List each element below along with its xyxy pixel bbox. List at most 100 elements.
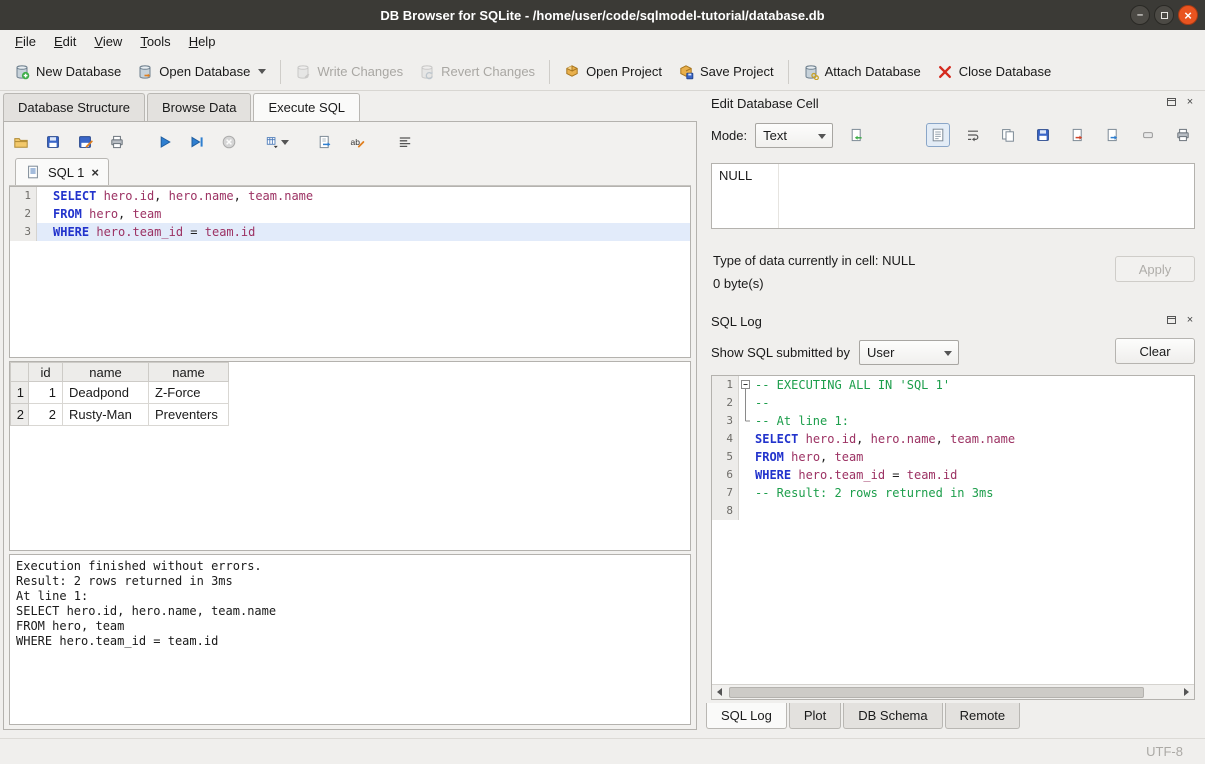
line-number: 4 [712, 430, 739, 448]
mode-combobox[interactable]: Text [755, 123, 833, 148]
window-title: DB Browser for SQLite - /home/user/code/… [380, 8, 824, 23]
log-filter-combobox[interactable]: User [859, 340, 959, 365]
db-revert-icon [419, 64, 435, 80]
open-sql-file-icon[interactable] [9, 130, 33, 154]
scrollbar-thumb[interactable] [729, 687, 1144, 698]
column-header[interactable]: id [29, 363, 63, 382]
table-cell[interactable]: Preventers [149, 404, 229, 426]
sql-log-view[interactable]: 1-- EXECUTING ALL IN 'SQL 1'2--3-- At li… [712, 376, 1194, 684]
cell-editor-icons [926, 123, 1195, 147]
export-cell-icon[interactable] [1101, 123, 1125, 147]
horizontal-scrollbar[interactable] [712, 684, 1194, 699]
revert-changes-button[interactable]: Revert Changes [411, 58, 543, 86]
project-open-icon [564, 64, 580, 80]
attach-database-button[interactable]: Attach Database [795, 58, 929, 86]
save-sql-file-icon[interactable] [41, 130, 65, 154]
close-icon[interactable]: × [1178, 5, 1198, 25]
row-header[interactable]: 2 [11, 404, 29, 426]
open-query-tab-icon[interactable] [265, 130, 289, 154]
toolbar-separator [280, 60, 281, 84]
save-cell-icon[interactable] [1031, 123, 1055, 147]
cell-editor[interactable]: NULL [711, 163, 1195, 229]
format-sql-icon[interactable] [393, 130, 417, 154]
document-view-icon[interactable] [926, 123, 950, 147]
line-number: 7 [712, 484, 739, 502]
line-number: 5 [712, 448, 739, 466]
row-header[interactable]: 1 [11, 382, 29, 404]
dock-tab-sql-log[interactable]: SQL Log [706, 703, 787, 729]
column-header[interactable]: name [63, 363, 149, 382]
maximize-icon[interactable] [1154, 5, 1174, 25]
dock-tab-remote[interactable]: Remote [945, 703, 1021, 729]
set-null-icon[interactable] [1136, 123, 1160, 147]
table-cell[interactable]: Deadpond [63, 382, 149, 404]
apply-button[interactable]: Apply [1115, 256, 1195, 282]
word-wrap-icon[interactable] [961, 123, 985, 147]
import-cell-icon[interactable] [1066, 123, 1090, 147]
table-cell[interactable]: 1 [29, 382, 63, 404]
open-database-button[interactable]: Open Database [129, 58, 274, 86]
float-dock-icon[interactable] [1164, 313, 1178, 327]
open-project-button[interactable]: Open Project [556, 58, 670, 86]
stop-execution-icon[interactable] [217, 130, 241, 154]
fold-marker-start[interactable] [739, 376, 752, 394]
menu-view[interactable]: View [85, 31, 131, 52]
cell-mode-row: Mode: Text [711, 121, 1195, 149]
cell-type-text: Type of data currently in cell: NULL [713, 253, 915, 268]
tab-sql-1[interactable]: SQL 1 × [15, 158, 109, 185]
revert-changes-button-label: Revert Changes [441, 64, 535, 79]
execute-all-icon[interactable] [153, 130, 177, 154]
import-text-icon[interactable] [845, 123, 869, 147]
tab-database-structure[interactable]: Database Structure [3, 93, 145, 121]
save-sql-as-icon[interactable] [73, 130, 97, 154]
table-cell[interactable]: Z-Force [149, 382, 229, 404]
edit-text-icon[interactable]: ab [345, 130, 369, 154]
close-dock-icon[interactable]: × [1183, 313, 1197, 327]
float-dock-icon[interactable] [1164, 95, 1178, 109]
minimize-icon[interactable]: – [1130, 5, 1150, 25]
status-line: SELECT hero.id, hero.name, team.name [16, 604, 684, 619]
menu-help[interactable]: Help [180, 31, 225, 52]
close-database-button[interactable]: Close Database [929, 58, 1060, 86]
sql-document-icon [25, 164, 41, 180]
code-text: -- [752, 394, 1194, 412]
scroll-right-icon[interactable] [1179, 685, 1194, 700]
scroll-left-icon[interactable] [712, 685, 727, 700]
menu-file[interactable]: File [6, 31, 45, 52]
code-text: WHERE hero.team_id = team.id [37, 223, 690, 241]
table-cell[interactable]: Rusty-Man [63, 404, 149, 426]
cell-size-text: 0 byte(s) [713, 276, 764, 291]
fold-marker-end[interactable] [739, 412, 752, 430]
table-cell[interactable]: 2 [29, 404, 63, 426]
dock-tab-plot[interactable]: Plot [789, 703, 841, 729]
close-tab-icon[interactable]: × [91, 166, 99, 179]
cell-info: Type of data currently in cell: NULL 0 b… [711, 251, 1195, 299]
log-filter-label: Show SQL submitted by [711, 345, 850, 360]
sql-tab-label: SQL 1 [48, 165, 84, 180]
export-results-icon[interactable] [313, 130, 337, 154]
sql-tab-bar: SQL 1 × [9, 158, 691, 186]
results-grid[interactable]: idnamename11DeadpondZ-Force22Rusty-ManPr… [9, 361, 691, 551]
execute-current-line-icon[interactable] [185, 130, 209, 154]
fold-marker-mid[interactable] [739, 394, 752, 412]
tab-execute-sql[interactable]: Execute SQL [253, 93, 360, 121]
print-cell-icon[interactable] [1171, 123, 1195, 147]
clear-log-button[interactable]: Clear [1115, 338, 1195, 364]
tab-browse-data[interactable]: Browse Data [147, 93, 251, 121]
mode-label: Mode: [711, 128, 747, 143]
sql-editor[interactable]: 1SELECT hero.id, hero.name, team.name2FR… [9, 186, 691, 358]
print-sql-icon[interactable] [105, 130, 129, 154]
main-tab-bar: Database StructureBrowse DataExecute SQL [0, 91, 702, 121]
new-database-button[interactable]: New Database [6, 58, 129, 86]
copy-cell-icon[interactable] [996, 123, 1020, 147]
right-dock: Edit Database Cell × Mode: Text NULL Typ… [702, 91, 1205, 738]
column-header[interactable]: name [149, 363, 229, 382]
dropdown-caret-icon [281, 140, 289, 145]
menu-tools[interactable]: Tools [131, 31, 179, 52]
save-project-button[interactable]: Save Project [670, 58, 782, 86]
dock-tab-db-schema[interactable]: DB Schema [843, 703, 942, 729]
sql-log-header: SQL Log × [711, 311, 1197, 331]
close-dock-icon[interactable]: × [1183, 95, 1197, 109]
write-changes-button[interactable]: Write Changes [287, 58, 411, 86]
menu-edit[interactable]: Edit [45, 31, 85, 52]
